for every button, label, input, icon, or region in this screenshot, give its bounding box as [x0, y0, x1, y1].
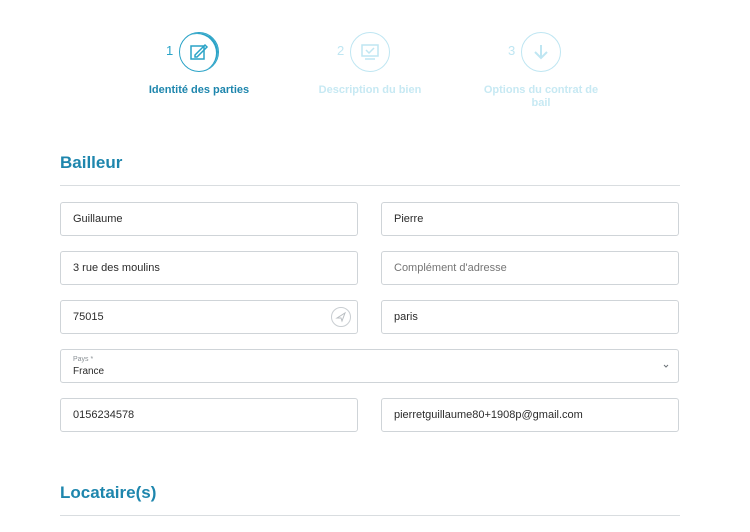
step-description[interactable]: 2 Description du bien — [300, 30, 440, 97]
step-label: Options du contrat de bail — [483, 84, 599, 109]
section-title-bailleur: Bailleur — [60, 153, 123, 172]
first-name-input[interactable] — [61, 203, 357, 235]
divider — [60, 515, 680, 516]
email-input[interactable] — [382, 399, 678, 431]
navigation-arrow-icon — [335, 311, 346, 323]
country-label: Pays * — [73, 356, 94, 363]
step-number: 1 — [166, 43, 174, 58]
monitor-check-icon — [361, 44, 379, 60]
edit-document-icon — [190, 43, 209, 60]
address-field[interactable] — [60, 251, 358, 285]
country-select[interactable]: Pays * France — [60, 349, 679, 383]
city-input[interactable] — [382, 301, 678, 333]
email-field[interactable] — [381, 398, 679, 432]
progress-stepper: 1 Identité des parties 2 Description du … — [0, 30, 750, 120]
arrow-down-icon — [534, 45, 548, 60]
postal-code-field[interactable] — [60, 300, 358, 334]
step-options[interactable]: 3 Options du contrat de bail — [471, 30, 611, 110]
phone-field[interactable] — [60, 398, 358, 432]
postal-code-input[interactable] — [61, 301, 357, 333]
last-name-field[interactable] — [381, 202, 679, 236]
step-label: Description du bien — [318, 84, 422, 96]
city-field[interactable] — [381, 300, 679, 334]
section-title-locataire: Locataire(s) — [60, 483, 157, 502]
last-name-input[interactable] — [382, 203, 678, 235]
divider — [60, 185, 680, 186]
step-label: Identité des parties — [148, 84, 250, 96]
chevron-down-icon — [663, 364, 669, 368]
address-complement-field[interactable] — [381, 251, 679, 285]
first-name-field[interactable] — [60, 202, 358, 236]
step-number: 2 — [337, 43, 345, 58]
phone-input[interactable] — [61, 399, 357, 431]
address-input[interactable] — [61, 252, 357, 284]
step-number: 3 — [508, 43, 516, 58]
country-value: France — [73, 366, 105, 377]
locate-icon[interactable] — [331, 307, 351, 327]
address-complement-input[interactable] — [382, 252, 678, 284]
step-identite[interactable]: 1 Identité des parties — [129, 30, 269, 97]
